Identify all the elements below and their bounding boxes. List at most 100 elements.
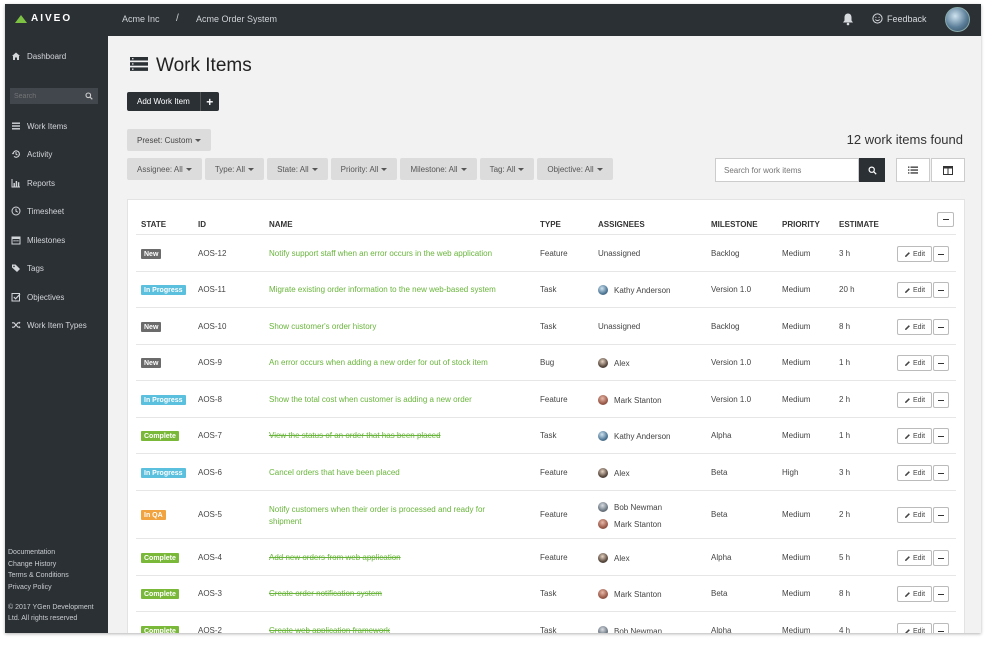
table-row[interactable]: In QA AOS-5 Notify customers when their or… — [136, 490, 956, 538]
filter-priority[interactable]: Priority: All — [330, 158, 398, 180]
edit-button[interactable]: Edit — [897, 282, 932, 298]
table-row[interactable]: New AOS-9 An error occurs when adding a ne… — [136, 344, 956, 380]
preset-dropdown[interactable]: Preset: Custom — [127, 129, 212, 151]
filter-type[interactable]: Type: All — [204, 158, 265, 180]
work-item-search-input[interactable] — [715, 158, 859, 182]
sidebar-item-tags[interactable]: Tags — [11, 263, 44, 273]
filter-assignee[interactable]: Assignee: All — [127, 158, 202, 180]
edit-button[interactable]: Edit — [897, 355, 932, 371]
row-options-button[interactable] — [933, 586, 949, 602]
item-name-link[interactable]: Cancel orders that have been placed — [269, 467, 519, 479]
row-options-button[interactable] — [933, 319, 949, 335]
item-name-link[interactable]: Create order notification system — [269, 588, 519, 600]
row-options-button[interactable] — [933, 507, 949, 523]
assignee[interactable]: Kathy Anderson — [598, 431, 670, 441]
sidebar-search-input[interactable] — [10, 88, 80, 104]
table-row[interactable]: New AOS-12 Notify support staff when an er… — [136, 234, 956, 271]
edit-button[interactable]: Edit — [897, 246, 932, 262]
assignee[interactable]: Mark Stanton — [598, 519, 662, 529]
item-name-link[interactable]: Migrate existing order information to th… — [269, 284, 519, 296]
board-view-button[interactable] — [931, 158, 965, 182]
assignee[interactable]: Mark Stanton — [598, 395, 662, 405]
column-header-name[interactable]: NAME — [269, 220, 293, 229]
row-options-button[interactable] — [933, 355, 949, 371]
row-options-button[interactable] — [933, 550, 949, 566]
row-options-button[interactable] — [933, 392, 949, 408]
filter-label: State: All — [277, 164, 309, 174]
feedback-button[interactable]: Feedback — [872, 13, 927, 24]
footer-link-terms[interactable]: Terms & Conditions — [8, 572, 69, 579]
column-header-id[interactable]: ID — [198, 220, 206, 229]
column-header-type[interactable]: TYPE — [540, 220, 561, 229]
item-name-link[interactable]: Show the total cost when customer is add… — [269, 394, 519, 406]
item-name-link[interactable]: View the status of an order that has bee… — [269, 430, 519, 442]
list-view-button[interactable] — [896, 158, 930, 182]
item-milestone: Version 1.0 — [711, 395, 752, 404]
item-name-link[interactable]: Create web application framework — [269, 625, 519, 633]
filter-milestone[interactable]: Milestone: All — [400, 158, 477, 180]
item-name-link[interactable]: Notify support staff when an error occur… — [269, 248, 519, 260]
sidebar-item-timesheet[interactable]: Timesheet — [11, 206, 64, 216]
user-avatar[interactable] — [945, 7, 970, 32]
edit-button[interactable]: Edit — [897, 392, 932, 408]
table-row[interactable]: Complete AOS-4 Add new orders from web app… — [136, 538, 956, 575]
column-header-assignees[interactable]: ASSIGNEES — [598, 220, 645, 229]
footer-link-change-history[interactable]: Change History — [8, 561, 56, 568]
search-button[interactable] — [859, 158, 885, 182]
sidebar-item-reports[interactable]: Reports — [11, 178, 55, 188]
results-count: 12 work items found — [846, 132, 963, 147]
table-row[interactable]: Complete AOS-3 Create order notification s… — [136, 575, 956, 611]
edit-button[interactable]: Edit — [897, 465, 932, 481]
table-row[interactable]: In Progress AOS-11 Migrate existing order … — [136, 271, 956, 307]
filter-objective[interactable]: Objective: All — [537, 158, 613, 180]
edit-button[interactable]: Edit — [897, 428, 932, 444]
sidebar-item-objectives[interactable]: Objectives — [11, 292, 64, 302]
item-name-link[interactable]: Notify customers when their order is pro… — [269, 504, 519, 528]
row-options-button[interactable] — [933, 623, 949, 633]
sidebar-item-activity[interactable]: Activity — [11, 149, 52, 159]
table-row[interactable]: Complete AOS-2 Create web application fram… — [136, 611, 956, 633]
footer-link-documentation[interactable]: Documentation — [8, 549, 55, 556]
edit-button[interactable]: Edit — [897, 586, 932, 602]
assignee[interactable]: Alex — [598, 358, 630, 368]
item-name-link[interactable]: An error occurs when adding a new order … — [269, 357, 519, 369]
assignee[interactable]: Mark Stanton — [598, 589, 662, 599]
column-header-state[interactable]: STATE — [141, 220, 166, 229]
footer-link-privacy[interactable]: Privacy Policy — [8, 584, 52, 591]
breadcrumb-project[interactable]: Acme Order System — [196, 14, 277, 24]
assignee[interactable]: Bob Newman — [598, 502, 662, 512]
assignee[interactable]: Alex — [598, 553, 630, 563]
table-row[interactable]: Complete AOS-7 View the status of an order… — [136, 417, 956, 453]
assignee[interactable]: Alex — [598, 468, 630, 478]
sidebar-item-work-items[interactable]: Work Items — [11, 121, 67, 131]
filter-tag[interactable]: Tag: All — [479, 158, 535, 180]
breadcrumb-org[interactable]: Acme Inc — [122, 14, 160, 24]
assignee[interactable]: Bob Newman — [598, 626, 662, 633]
logo[interactable]: AIVEO — [15, 13, 72, 24]
item-name-link[interactable]: Add new orders from web application — [269, 552, 519, 564]
column-header-priority[interactable]: PRIORITY — [782, 220, 820, 229]
edit-button[interactable]: Edit — [897, 319, 932, 335]
table-row[interactable]: In Progress AOS-8 Show the total cost when… — [136, 380, 956, 417]
edit-button[interactable]: Edit — [897, 550, 932, 566]
search-icon[interactable] — [80, 88, 98, 104]
item-name-link[interactable]: Show customer's order history — [269, 321, 519, 333]
column-header-estimate[interactable]: ESTIMATE — [839, 220, 879, 229]
filter-state[interactable]: State: All — [267, 158, 328, 180]
sidebar-item-work-item-types[interactable]: Work Item Types — [11, 320, 87, 330]
row-options-button[interactable] — [933, 428, 949, 444]
table-row[interactable]: New AOS-10 Show customer's order history Ta… — [136, 307, 956, 344]
sidebar-item-milestones[interactable]: Milestones — [11, 235, 65, 245]
assignee[interactable]: Kathy Anderson — [598, 285, 670, 295]
add-work-item-button[interactable]: Add Work Item + — [127, 92, 219, 111]
row-options-button[interactable] — [933, 282, 949, 298]
edit-button[interactable]: Edit — [897, 623, 932, 633]
row-options-button[interactable] — [933, 246, 949, 262]
table-row[interactable]: In Progress AOS-6 Cancel orders that have … — [136, 453, 956, 490]
column-header-milestone[interactable]: MILESTONE — [711, 220, 758, 229]
collapse-all-button[interactable] — [937, 212, 954, 227]
edit-button[interactable]: Edit — [897, 507, 932, 523]
row-options-button[interactable] — [933, 465, 949, 481]
bell-icon[interactable] — [841, 12, 855, 26]
sidebar-item-dashboard[interactable]: Dashboard — [11, 51, 66, 61]
